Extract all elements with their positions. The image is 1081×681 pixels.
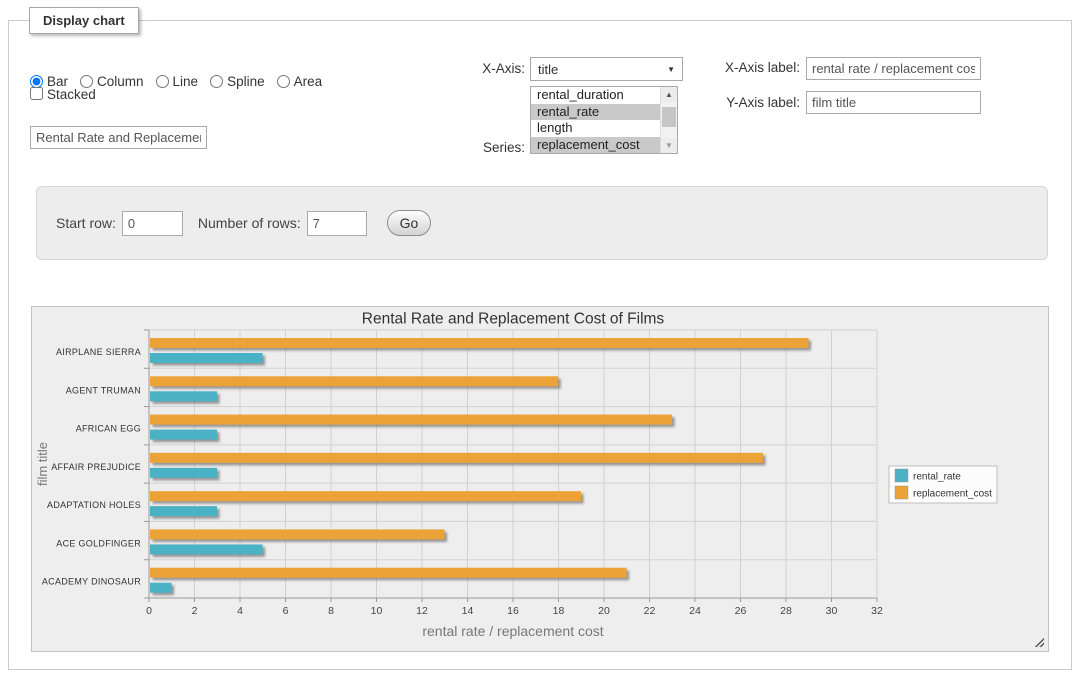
svg-text:22: 22	[644, 605, 656, 617]
legend-swatch-replacement_cost	[895, 486, 908, 499]
x-axis-select[interactable]: title ▼	[530, 57, 683, 81]
bar-replacement_cost	[150, 338, 809, 348]
go-button[interactable]: Go	[387, 210, 432, 236]
chart-type-option-area[interactable]: Area	[277, 74, 323, 89]
svg-text:28: 28	[780, 605, 792, 617]
series-option-rental-rate[interactable]: rental_rate	[531, 104, 660, 121]
chart-type-label: Line	[173, 74, 199, 89]
svg-text:16: 16	[507, 605, 519, 617]
scroll-down-icon[interactable]: ▼	[661, 138, 677, 153]
start-row-input[interactable]	[122, 211, 183, 236]
number-of-rows-label: Number of rows:	[198, 215, 301, 231]
chart-type-label: Area	[294, 74, 323, 89]
rows-panel: Start row: Number of rows: Go	[36, 186, 1048, 260]
bar-replacement_cost	[150, 376, 558, 386]
svg-text:4: 4	[237, 605, 243, 617]
legend-label: rental_rate	[913, 472, 961, 483]
bar-rental_rate	[150, 468, 217, 478]
svg-text:ACE GOLDFINGER: ACE GOLDFINGER	[56, 538, 141, 548]
x-axis-selected-value: title	[538, 62, 558, 77]
series-option-replacement-cost[interactable]: replacement_cost	[531, 137, 660, 154]
svg-text:12: 12	[416, 605, 428, 617]
bar-replacement_cost	[150, 491, 581, 501]
series-option-rental-duration[interactable]: rental_duration	[531, 87, 660, 104]
scroll-up-icon[interactable]: ▲	[661, 87, 677, 102]
svg-text:2: 2	[192, 605, 198, 617]
bar-rental_rate	[150, 583, 172, 593]
svg-text:ACADEMY DINOSAUR: ACADEMY DINOSAUR	[42, 577, 141, 587]
bar-replacement_cost	[150, 568, 627, 578]
y-axis-label-label: Y-Axis label:	[690, 95, 800, 110]
display-chart-fieldset: Display chart Bar Column Line Spline Are…	[8, 20, 1072, 670]
x-axis-label-input[interactable]	[806, 57, 981, 80]
svg-text:26: 26	[735, 605, 747, 617]
svg-text:6: 6	[283, 605, 289, 617]
stacked-option[interactable]: Stacked	[30, 87, 96, 102]
bar-replacement_cost	[150, 415, 672, 425]
chart-title: Rental Rate and Replacement Cost of Film…	[362, 311, 665, 328]
chevron-down-icon: ▼	[667, 65, 675, 74]
bar-rental_rate	[150, 430, 217, 440]
scrollbar-thumb[interactable]	[662, 107, 676, 127]
stacked-checkbox[interactable]	[30, 87, 43, 100]
svg-text:18: 18	[553, 605, 565, 617]
svg-text:8: 8	[328, 605, 334, 617]
chart: 02468101214161820222426283032AIRPLANE SI…	[32, 307, 1048, 651]
start-row-label: Start row:	[56, 215, 116, 231]
chart-type-label: Column	[97, 74, 144, 89]
svg-text:AGENT TRUMAN: AGENT TRUMAN	[66, 385, 141, 395]
fieldset-legend: Display chart	[29, 7, 139, 34]
chart-type-radio-area[interactable]	[277, 75, 290, 88]
svg-text:0: 0	[146, 605, 152, 617]
svg-text:30: 30	[826, 605, 838, 617]
bar-replacement_cost	[150, 453, 763, 463]
bar-replacement_cost	[150, 529, 445, 539]
x-axis-select-label: X-Axis:	[455, 61, 525, 76]
chart-x-axis-title: rental rate / replacement cost	[422, 623, 603, 639]
scrollbar-track[interactable]	[661, 102, 677, 138]
page: Display chart Bar Column Line Spline Are…	[0, 0, 1081, 681]
svg-text:14: 14	[462, 605, 474, 617]
stacked-label: Stacked	[47, 87, 96, 102]
series-multiselect[interactable]: rental_duration rental_rate length repla…	[530, 86, 678, 154]
number-of-rows-input[interactable]	[307, 211, 367, 236]
legend-label: replacement_cost	[913, 489, 992, 500]
series-select-label: Series:	[455, 140, 525, 155]
chart-title-input[interactable]	[30, 126, 207, 149]
x-axis-label-label: X-Axis label:	[690, 60, 800, 75]
chart-type-label: Spline	[227, 74, 265, 89]
y-axis-label-input[interactable]	[806, 91, 981, 114]
bar-rental_rate	[150, 353, 263, 363]
bar-rental_rate	[150, 506, 217, 516]
chart-type-radio-line[interactable]	[156, 75, 169, 88]
svg-text:AIRPLANE SIERRA: AIRPLANE SIERRA	[56, 347, 141, 357]
chart-container: 02468101214161820222426283032AIRPLANE SI…	[31, 306, 1049, 652]
bar-rental_rate	[150, 391, 217, 401]
chart-type-option-line[interactable]: Line	[156, 74, 199, 89]
series-scrollbar[interactable]: ▲ ▼	[660, 87, 677, 153]
chart-type-option-spline[interactable]: Spline	[210, 74, 265, 89]
legend-swatch-rental_rate	[895, 469, 908, 482]
svg-text:AFFAIR PREJUDICE: AFFAIR PREJUDICE	[51, 462, 141, 472]
svg-text:AFRICAN EGG: AFRICAN EGG	[76, 424, 141, 434]
svg-text:10: 10	[371, 605, 383, 617]
svg-text:32: 32	[871, 605, 883, 617]
chart-type-radio-spline[interactable]	[210, 75, 223, 88]
series-option-length[interactable]: length	[531, 120, 660, 137]
svg-text:ADAPTATION HOLES: ADAPTATION HOLES	[47, 500, 141, 510]
bar-rental_rate	[150, 544, 263, 554]
chart-y-axis-title: film title	[35, 442, 50, 486]
svg-text:24: 24	[689, 605, 701, 617]
svg-text:20: 20	[598, 605, 610, 617]
